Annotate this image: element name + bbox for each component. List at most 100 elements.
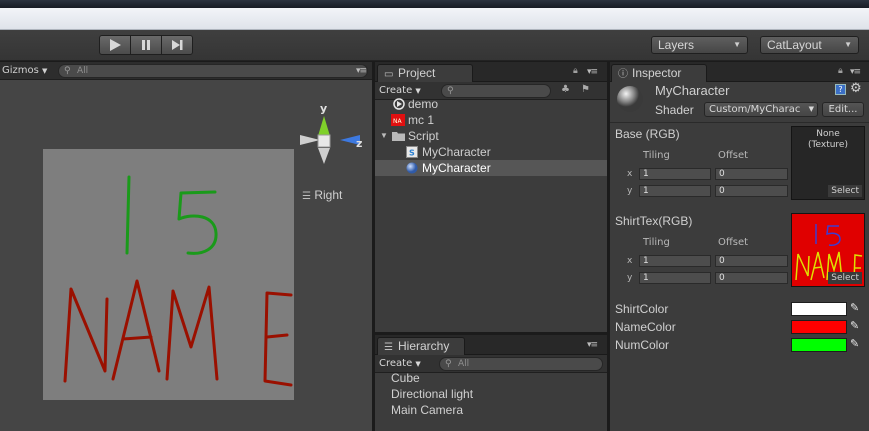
- scene-orientation-gizmo[interactable]: y z: [294, 102, 366, 174]
- lock-icon[interactable]: 🔒︎: [573, 66, 578, 76]
- expand-arrow-icon[interactable]: ▼: [380, 128, 388, 144]
- base-tiling-y-field[interactable]: 1: [639, 185, 711, 197]
- hierarchy-create-dropdown[interactable]: Create ▼: [379, 356, 421, 371]
- name-color-swatch[interactable]: [791, 320, 847, 334]
- panel-menu-icon[interactable]: ▾≡: [850, 67, 861, 77]
- num-color-label: NumColor: [615, 338, 670, 352]
- hierarchy-item[interactable]: Main Camera: [391, 402, 463, 418]
- scene-toolbar: Gizmos ▼ ⚲ All ▾≡: [0, 62, 372, 80]
- info-icon: ⓘ: [618, 69, 628, 80]
- y-label: y: [627, 186, 633, 196]
- scene-search-input[interactable]: ⚲ All: [58, 64, 368, 78]
- scene-search-placeholder: All: [77, 66, 89, 76]
- svg-text:NA: NA: [393, 118, 402, 125]
- gear-icon[interactable]: ⚙: [850, 81, 862, 96]
- base-offset-y-field[interactable]: 0: [715, 185, 788, 197]
- project-item-shader[interactable]: S MyCharacter: [375, 144, 607, 160]
- project-item-demo[interactable]: demo: [375, 96, 607, 112]
- shirt-offset-x-field[interactable]: 0: [715, 255, 788, 267]
- main-toolbar: Layers ▼ CatLayout ▼: [0, 30, 869, 61]
- num-color-swatch[interactable]: [791, 338, 847, 352]
- shirt-tiling-y-field[interactable]: 1: [639, 272, 711, 284]
- shirt-tiling-x-field[interactable]: 1: [639, 255, 711, 267]
- offset-label: Offset: [718, 150, 749, 161]
- shader-dropdown-value: Custom/MyCharac: [709, 104, 801, 115]
- shirt-texture-slot[interactable]: Select: [791, 213, 865, 287]
- tab-inspector[interactable]: ⓘ Inspector: [611, 64, 707, 82]
- tab-hierarchy[interactable]: ☰ Hierarchy: [377, 337, 465, 355]
- folder-icon: [392, 132, 405, 141]
- texture-drawing: [63, 175, 293, 387]
- step-icon: [172, 40, 183, 50]
- gizmos-dropdown[interactable]: Gizmos ▼: [2, 63, 47, 79]
- project-item-script-folder[interactable]: ▼ Script: [375, 128, 607, 144]
- layers-dropdown-label: Layers: [658, 38, 695, 52]
- hierarchy-item[interactable]: Directional light: [391, 386, 473, 402]
- eyedropper-icon[interactable]: ✎: [850, 337, 859, 350]
- tab-project[interactable]: ▭ Project: [377, 64, 473, 82]
- shirt-color-swatch[interactable]: [791, 302, 847, 316]
- panel-menu-icon[interactable]: ▾≡: [587, 67, 598, 77]
- play-button[interactable]: [99, 35, 131, 55]
- inspector-panel: ⓘ Inspector 🔒︎ ▾≡ MyCharacter ? ⚙ Shader…: [610, 62, 869, 431]
- layers-dropdown[interactable]: Layers ▼: [651, 36, 748, 54]
- folder-icon: ▭: [384, 69, 394, 80]
- lock-icon[interactable]: 🔒︎: [838, 66, 843, 76]
- divider: [610, 122, 869, 123]
- name-color-label: NameColor: [615, 320, 676, 334]
- tab-hierarchy-label: Hierarchy: [398, 339, 450, 353]
- project-item-texture[interactable]: NA mc 1: [375, 112, 607, 128]
- project-item-material[interactable]: MyCharacter: [375, 160, 607, 176]
- layout-dropdown[interactable]: CatLayout ▼: [760, 36, 859, 54]
- list-icon: ☰: [384, 342, 393, 353]
- tiling-label: Tiling: [643, 237, 670, 248]
- project-item-label: Script: [408, 129, 439, 143]
- chevron-down-icon: ▼: [415, 360, 421, 368]
- os-title-strip: [0, 0, 869, 8]
- play-icon: [110, 39, 121, 51]
- panel-menu-icon[interactable]: ▾≡: [587, 340, 598, 350]
- unity-scene-icon: [393, 98, 405, 110]
- search-icon: ⚲: [445, 359, 452, 369]
- search-icon: ⚲: [64, 66, 71, 76]
- svg-text:S: S: [409, 149, 415, 158]
- base-tiling-x-field[interactable]: 1: [639, 168, 711, 180]
- project-tab-strip: ▭ Project 🔒︎ ▾≡: [375, 62, 607, 82]
- x-label: x: [627, 169, 633, 179]
- eyedropper-icon[interactable]: ✎: [850, 301, 859, 314]
- axis-z-label: z: [356, 137, 363, 150]
- shirt-offset-y-field[interactable]: 0: [715, 272, 788, 284]
- base-offset-x-field[interactable]: 0: [715, 168, 788, 180]
- pause-button[interactable]: [130, 35, 162, 55]
- hierarchy-search-placeholder: All: [458, 359, 470, 369]
- tiling-label: Tiling: [643, 150, 670, 161]
- filter-by-label-icon[interactable]: ⚑: [581, 84, 590, 95]
- hierarchy-item[interactable]: Cube: [391, 370, 420, 386]
- eyedropper-icon[interactable]: ✎: [850, 319, 859, 332]
- x-label: x: [627, 256, 633, 266]
- edit-shader-button[interactable]: Edit...: [822, 102, 864, 117]
- shader-dropdown[interactable]: Custom/MyCharac ▼: [704, 102, 818, 117]
- filter-by-type-icon[interactable]: ♣: [561, 84, 570, 95]
- project-item-label: MyCharacter: [422, 161, 491, 175]
- hierarchy-search-input[interactable]: ⚲ All: [439, 357, 603, 371]
- shirt-texture-quad: [43, 149, 294, 400]
- project-item-label: MyCharacter: [422, 145, 491, 159]
- project-panel: ▭ Project 🔒︎ ▾≡ Create ▼ ⚲ ♣ ⚑ demo NA m…: [375, 62, 607, 332]
- list-icon: ☰: [302, 191, 311, 202]
- chevron-down-icon: ▼: [733, 40, 741, 49]
- inspector-tab-strip: ⓘ Inspector 🔒︎ ▾≡: [610, 62, 869, 82]
- scene-view[interactable]: Gizmos ▼ ⚲ All ▾≡ y z ☰ Right: [0, 62, 372, 431]
- help-book-icon[interactable]: ?: [835, 84, 846, 95]
- base-texture-slot[interactable]: None (Texture) Select: [791, 126, 865, 200]
- base-select-button[interactable]: Select: [828, 185, 862, 197]
- shirt-select-button[interactable]: Select: [828, 272, 862, 284]
- texture-icon: NA: [391, 114, 405, 126]
- menu-strip: [0, 8, 869, 30]
- step-button[interactable]: [161, 35, 193, 55]
- project-item-label: mc 1: [408, 113, 435, 127]
- chevron-down-icon: ▼: [844, 40, 852, 49]
- panel-menu-icon[interactable]: ▾≡: [356, 66, 367, 76]
- view-orientation-label[interactable]: ☰ Right: [302, 188, 342, 202]
- hierarchy-tab-strip: ☰ Hierarchy ▾≡: [375, 335, 607, 355]
